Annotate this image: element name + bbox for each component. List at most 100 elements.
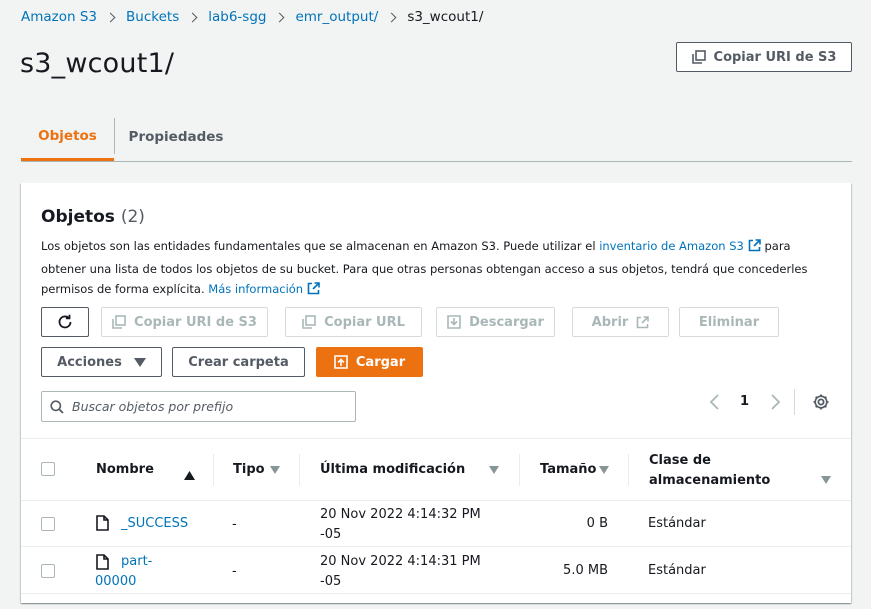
file-icon <box>96 515 109 535</box>
object-name-link[interactable]: part- <box>121 552 152 572</box>
object-storage-class: Estándar <box>648 563 706 578</box>
description-part-1: Los objetos son las entidades fundamenta… <box>41 239 596 253</box>
object-name-link[interactable]: _SUCCESS <box>121 514 188 534</box>
external-link-icon <box>307 281 320 302</box>
column-separator <box>628 454 629 486</box>
tab-bar: Objetos Propiedades <box>21 113 852 162</box>
search-placeholder: Buscar objetos por prefijo <box>72 399 234 414</box>
pager-divider <box>794 389 795 415</box>
column-separator <box>299 454 300 486</box>
column-storage-class-line-1: Clase de <box>649 453 711 468</box>
copy-icon <box>691 50 706 64</box>
object-type: - <box>232 564 237 579</box>
create-folder-label: Crear carpeta <box>188 354 289 370</box>
sort-icon[interactable] <box>821 476 831 484</box>
copy-s3-uri-label: Copiar URI de S3 <box>134 314 257 330</box>
breadcrumb-current: s3_wcout1/ <box>407 9 484 25</box>
chevron-right-icon <box>105 12 116 22</box>
breadcrumb-folder[interactable]: emr_output/ <box>295 9 378 25</box>
delete-label: Eliminar <box>698 314 760 330</box>
table-row: _SUCCESS - 20 Nov 2022 4:14:32 PM -05 0 … <box>21 501 851 547</box>
copy-s3-uri-header-button[interactable]: Copiar URI de S3 <box>676 42 852 72</box>
caret-down-icon <box>133 357 146 367</box>
objects-heading-title: Objetos <box>41 207 115 227</box>
column-last-modified[interactable]: Última modificación <box>320 460 465 480</box>
upload-button[interactable]: Cargar <box>316 347 423 377</box>
copy-s3-uri-header-label: Copiar URI de S3 <box>713 49 837 65</box>
page-title: s3_wcout1/ <box>20 48 175 79</box>
create-folder-button[interactable]: Crear carpeta <box>172 347 305 377</box>
object-modified-line-1: 20 Nov 2022 4:14:32 PM <box>320 507 481 522</box>
object-modified-line-2: -05 <box>320 574 342 589</box>
actions-label: Acciones <box>57 354 122 370</box>
column-separator <box>213 454 214 486</box>
breadcrumb-buckets[interactable]: Buckets <box>126 9 179 25</box>
object-type: - <box>232 517 237 532</box>
copy-icon <box>302 315 316 329</box>
object-size: 0 B <box>586 516 608 531</box>
upload-icon <box>334 355 348 369</box>
download-button[interactable]: Descargar <box>436 307 555 337</box>
external-link-icon <box>748 238 761 259</box>
column-storage-class-line-2: almacenamiento <box>649 473 771 488</box>
download-label: Descargar <box>469 314 544 330</box>
copy-url-button[interactable]: Copiar URL <box>285 307 422 337</box>
download-icon <box>447 315 461 329</box>
object-size: 5.0 MB <box>563 563 608 578</box>
row-checkbox[interactable] <box>41 517 55 531</box>
object-modified-line-1: 20 Nov 2022 4:14:31 PM <box>320 554 481 569</box>
search-input[interactable]: Buscar objetos por prefijo <box>41 391 356 422</box>
next-page-icon[interactable] <box>769 393 781 415</box>
sort-icon[interactable] <box>270 466 280 474</box>
object-storage-class: Estándar <box>648 516 706 531</box>
upload-label: Cargar <box>355 354 406 370</box>
table-row: part- 00000 - 20 Nov 2022 4:14:31 PM -05… <box>21 548 851 594</box>
sort-ascending-icon[interactable] <box>184 465 195 484</box>
row-checkbox[interactable] <box>41 564 55 578</box>
tab-properties[interactable]: Propiedades <box>115 113 237 161</box>
breadcrumb-bucket[interactable]: lab6-sgg <box>208 9 266 25</box>
object-modified-line-2: -05 <box>320 527 342 542</box>
copy-s3-uri-button[interactable]: Copiar URI de S3 <box>101 307 268 337</box>
chevron-right-icon <box>187 12 198 22</box>
refresh-button[interactable] <box>41 307 89 337</box>
refresh-icon <box>56 313 74 331</box>
tab-objects[interactable]: Objetos <box>21 113 114 161</box>
column-type[interactable]: Tipo <box>233 460 265 480</box>
page-number[interactable]: 1 <box>740 394 749 409</box>
sort-icon[interactable] <box>489 466 499 474</box>
copy-url-label: Copiar URL <box>324 314 405 330</box>
objects-panel: Objetos (2) Los objetos son las entidade… <box>21 183 851 603</box>
table-header: Nombre Tipo Última modificación Tamaño C… <box>21 438 851 501</box>
object-name-link-continued[interactable]: 00000 <box>95 572 136 592</box>
actions-dropdown[interactable]: Acciones <box>41 347 162 377</box>
object-modified: 20 Nov 2022 4:14:31 PM -05 <box>320 552 481 592</box>
settings-gear-icon[interactable] <box>812 393 830 415</box>
objects-count: (2) <box>120 207 145 227</box>
more-info-link[interactable]: Más información <box>208 282 303 296</box>
sort-icon[interactable] <box>599 466 609 474</box>
open-label: Abrir <box>591 314 629 330</box>
inventory-link[interactable]: inventario de Amazon S3 <box>599 239 744 253</box>
delete-button[interactable]: Eliminar <box>679 307 779 337</box>
prev-page-icon[interactable] <box>709 393 721 415</box>
column-size[interactable]: Tamaño <box>540 460 596 480</box>
tab-properties-label: Propiedades <box>128 129 224 145</box>
chevron-right-icon <box>275 12 285 22</box>
open-button[interactable]: Abrir <box>572 307 669 337</box>
copy-icon <box>112 315 126 329</box>
column-name[interactable]: Nombre <box>96 460 154 480</box>
breadcrumb-amazon-s3[interactable]: Amazon S3 <box>21 9 97 25</box>
chevron-right-icon <box>386 12 397 22</box>
select-all-checkbox[interactable] <box>41 462 55 476</box>
objects-heading: Objetos (2) <box>41 207 145 227</box>
external-link-icon <box>636 315 650 329</box>
breadcrumb: Amazon S3 Buckets lab6-sgg emr_output/ s… <box>21 9 483 25</box>
file-icon <box>96 554 109 574</box>
object-modified: 20 Nov 2022 4:14:32 PM -05 <box>320 505 481 545</box>
search-icon <box>50 399 64 414</box>
objects-description: Los objetos son las entidades fundamenta… <box>41 236 821 302</box>
column-storage-class[interactable]: Clase de almacenamiento <box>649 451 770 491</box>
column-separator <box>519 454 520 486</box>
tab-objects-label: Objetos <box>38 127 97 144</box>
